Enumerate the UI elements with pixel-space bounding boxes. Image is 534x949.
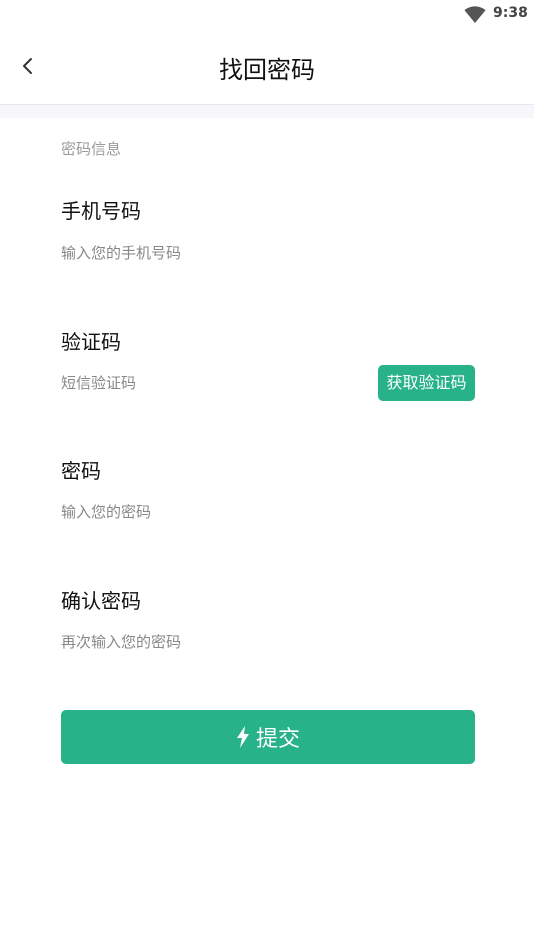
verification-code-input[interactable] [61,371,361,395]
password-input[interactable] [61,500,361,524]
submit-button[interactable]: 提交 [61,710,475,764]
top-navigation-bar: 找回密码 [0,30,534,105]
status-time: 9:38 [493,5,528,21]
confirm-password-label: 确认密码 [61,589,141,613]
header-divider-band [0,105,534,118]
wifi-icon [464,6,486,23]
section-label: 密码信息 [61,140,122,158]
submit-label: 提交 [255,727,300,752]
phone-label: 手机号码 [61,199,141,223]
page-title: 找回密码 [219,56,315,84]
confirm-password-input[interactable] [61,630,361,654]
phone-input[interactable] [61,241,361,265]
status-bar: 9:38 [0,0,534,30]
get-verification-code-button[interactable]: 获取验证码 [378,365,475,401]
verification-code-label: 验证码 [61,330,121,354]
password-label: 密码 [61,459,101,483]
lightning-bolt-icon [236,726,249,748]
